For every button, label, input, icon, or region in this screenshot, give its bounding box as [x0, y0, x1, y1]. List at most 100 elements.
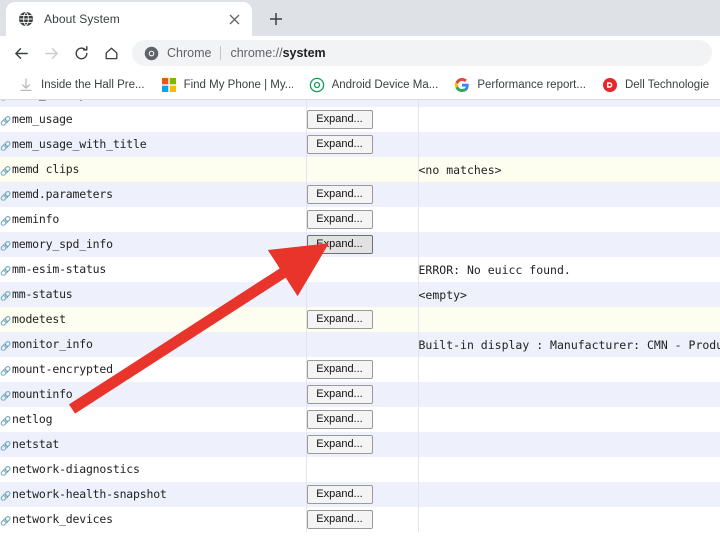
- tab-strip: About System: [0, 0, 720, 36]
- bookmark-find-my-phone[interactable]: Find My Phone | My...: [153, 74, 301, 96]
- system-key-cell: 🔗mm-status: [0, 282, 306, 307]
- system-value-cell: [418, 107, 720, 132]
- system-value-cell: [418, 382, 720, 407]
- system-value-cell: Built-in display : Manufacturer: CMN - P…: [418, 332, 720, 357]
- expand-button-memd.parameters[interactable]: Expand...: [307, 185, 373, 204]
- system-page-content: 🔗mali_memory<not available>🔗mem_usageExp…: [0, 100, 720, 546]
- system-key-cell: 🔗mount-encrypted: [0, 357, 306, 382]
- system-info-table: 🔗mali_memory<not available>🔗mem_usageExp…: [0, 100, 720, 532]
- table-row: 🔗mem_usage_with_titleExpand...: [0, 132, 720, 157]
- system-key-cell: 🔗netstat: [0, 432, 306, 457]
- system-value-cell: [418, 457, 720, 482]
- table-row: 🔗mali_memory<not available>: [0, 100, 720, 107]
- expand-button-meminfo[interactable]: Expand...: [307, 210, 373, 229]
- anchor-link-icon[interactable]: 🔗: [0, 192, 11, 202]
- bookmark-label: Performance report...: [477, 79, 586, 91]
- expand-button-network-health-snapshot[interactable]: Expand...: [307, 485, 373, 504]
- anchor-link-icon[interactable]: 🔗: [0, 517, 11, 527]
- forward-button[interactable]: [36, 38, 66, 68]
- system-key-label: mem_usage: [12, 112, 73, 126]
- system-value-cell: ERROR: No euicc found.: [418, 257, 720, 282]
- expand-button-netstat[interactable]: Expand...: [307, 435, 373, 454]
- anchor-link-icon[interactable]: 🔗: [0, 217, 11, 227]
- system-value-cell: <no matches>: [418, 157, 720, 182]
- system-action-cell: [306, 282, 418, 307]
- expand-button-network_devices[interactable]: Expand...: [307, 510, 373, 529]
- system-key-label: memd.parameters: [12, 187, 113, 201]
- new-tab-button[interactable]: [262, 5, 290, 33]
- omnibox-chip-label: Chrome: [167, 46, 211, 60]
- anchor-link-icon[interactable]: 🔗: [0, 167, 11, 177]
- table-row: 🔗mountinfoExpand...: [0, 382, 720, 407]
- system-key-cell: 🔗network-health-snapshot: [0, 482, 306, 507]
- home-button[interactable]: [96, 38, 126, 68]
- table-row: 🔗netlog Expand...: [0, 407, 720, 432]
- microsoft-icon: [161, 77, 177, 93]
- anchor-link-icon[interactable]: 🔗: [0, 292, 11, 302]
- anchor-link-icon[interactable]: 🔗: [0, 317, 11, 327]
- expand-button-mountinfo[interactable]: Expand...: [307, 385, 373, 404]
- system-action-cell: [306, 332, 418, 357]
- system-action-cell: Expand...: [306, 207, 418, 232]
- system-key-cell: 🔗memd clips: [0, 157, 306, 182]
- browser-toolbar: Chrome chrome://system: [0, 36, 720, 70]
- anchor-link-icon[interactable]: 🔗: [0, 417, 11, 427]
- system-key-cell: 🔗memd.parameters: [0, 182, 306, 207]
- system-value-cell: [418, 482, 720, 507]
- anchor-link-icon[interactable]: 🔗: [0, 342, 11, 352]
- system-key-label: network-health-snapshot: [12, 487, 167, 501]
- back-button[interactable]: [6, 38, 36, 68]
- system-key-label: mem_usage_with_title: [12, 137, 146, 151]
- anchor-link-icon[interactable]: 🔗: [0, 142, 11, 152]
- anchor-link-icon[interactable]: 🔗: [0, 267, 11, 277]
- system-key-label: mm-status: [12, 287, 73, 301]
- system-key-label: netlog: [12, 412, 52, 426]
- anchor-link-icon[interactable]: 🔗: [0, 242, 11, 252]
- system-key-cell: 🔗mem_usage: [0, 107, 306, 132]
- close-icon[interactable]: [224, 9, 244, 29]
- expand-button-netlog[interactable]: Expand...: [307, 410, 373, 429]
- system-key-cell: 🔗network_devices: [0, 507, 306, 532]
- tab-about-system[interactable]: About System: [6, 2, 252, 36]
- anchor-link-icon[interactable]: 🔗: [0, 442, 11, 452]
- table-row: 🔗mm-status<empty>: [0, 282, 720, 307]
- anchor-link-icon[interactable]: 🔗: [0, 392, 11, 402]
- expand-button-modetest[interactable]: Expand...: [307, 310, 373, 329]
- system-key-cell: 🔗memory_spd_info: [0, 232, 306, 257]
- system-key-label: mm-esim-status: [12, 262, 106, 276]
- system-action-cell: [306, 257, 418, 282]
- table-row: 🔗monitor_info Built-in display : Manufact…: [0, 332, 720, 357]
- address-bar[interactable]: Chrome chrome://system: [132, 40, 712, 66]
- system-value-cell: [418, 507, 720, 532]
- bookmark-performance-report[interactable]: Performance report...: [446, 74, 594, 96]
- system-key-label: network-diagnostics: [12, 462, 140, 476]
- system-key-cell: 🔗monitor_info: [0, 332, 306, 357]
- omnibox-url: chrome://system: [230, 46, 325, 60]
- anchor-link-icon[interactable]: 🔗: [0, 367, 11, 377]
- anchor-link-icon[interactable]: 🔗: [0, 117, 11, 127]
- system-info-table-body: 🔗mali_memory<not available>🔗mem_usageExp…: [0, 100, 720, 532]
- system-value-cell: [418, 132, 720, 157]
- bookmarks-bar: Inside the Hall Pre... Find My Phone | M…: [0, 70, 720, 100]
- bookmark-dell-technologies[interactable]: Dell Technologie: [594, 74, 717, 96]
- anchor-link-icon[interactable]: 🔗: [0, 467, 11, 477]
- bookmark-inside-the-hall[interactable]: Inside the Hall Pre...: [10, 74, 153, 96]
- table-row: 🔗memory_spd_infoExpand...: [0, 232, 720, 257]
- system-value-cell: [418, 407, 720, 432]
- system-value-cell: <not available>: [418, 100, 720, 107]
- omnibox-url-bold: system: [283, 46, 326, 60]
- home-icon: [103, 45, 120, 62]
- expand-button-memory_spd_info[interactable]: Expand...: [307, 235, 373, 254]
- anchor-link-icon[interactable]: 🔗: [0, 492, 11, 502]
- expand-button-mount-encrypted[interactable]: Expand...: [307, 360, 373, 379]
- expand-button-mem_usage[interactable]: Expand...: [307, 110, 373, 129]
- system-action-cell: [306, 457, 418, 482]
- system-action-cell: Expand...: [306, 407, 418, 432]
- system-key-cell: 🔗mem_usage_with_title: [0, 132, 306, 157]
- reload-button[interactable]: [66, 38, 96, 68]
- anchor-link-icon[interactable]: 🔗: [0, 100, 11, 102]
- bookmark-android-device-manager[interactable]: Android Device Ma...: [301, 74, 447, 96]
- system-key-label: meminfo: [12, 212, 59, 226]
- expand-button-mem_usage_with_title[interactable]: Expand...: [307, 135, 373, 154]
- system-action-cell: [306, 157, 418, 182]
